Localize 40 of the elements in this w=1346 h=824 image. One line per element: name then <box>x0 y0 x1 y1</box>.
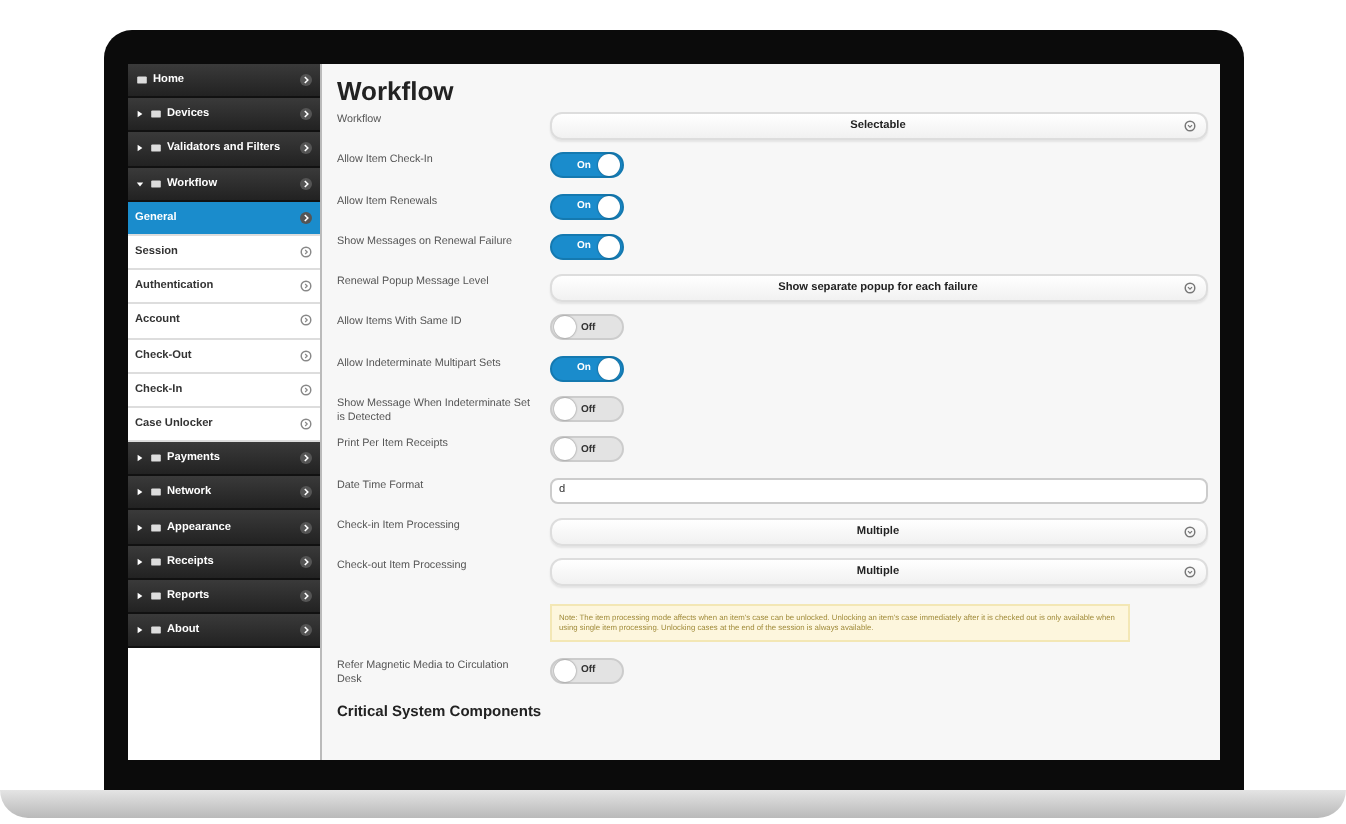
triangle-right-icon <box>135 486 143 499</box>
triangle-right-icon <box>135 108 143 121</box>
circle-arrow-icon <box>299 280 311 293</box>
circle-arrow-icon <box>299 417 311 430</box>
menu-glyph-icon <box>149 486 161 499</box>
dropdown-arrow-icon <box>1183 120 1195 132</box>
menu-glyph-icon <box>149 521 161 534</box>
chevron-right-icon <box>299 589 311 602</box>
chevron-right-icon <box>299 452 311 465</box>
chevron-right-icon <box>299 74 311 87</box>
dropdown-arrow-icon <box>1183 525 1195 538</box>
page-title: Workflow <box>337 76 456 106</box>
menu-glyph-icon <box>149 452 161 465</box>
chevron-right-icon <box>299 142 311 155</box>
circle-arrow-icon <box>299 383 311 396</box>
chevron-right-icon <box>299 211 311 224</box>
chevron-right-icon <box>299 108 311 121</box>
triangle-right-icon <box>135 589 143 602</box>
menu-glyph-icon <box>149 624 161 637</box>
circle-arrow-icon <box>299 349 311 362</box>
triangle-right-icon <box>135 452 143 465</box>
menu-glyph-icon <box>149 108 161 121</box>
menu-glyph-icon <box>149 555 161 568</box>
menu-glyph-icon <box>149 142 161 155</box>
triangle-right-icon <box>135 521 143 534</box>
chevron-right-icon <box>299 521 311 534</box>
circle-arrow-icon <box>299 314 311 327</box>
chevron-right-icon <box>299 177 311 190</box>
triangle-right-icon <box>135 142 143 155</box>
dropdown-arrow-icon <box>1183 566 1195 579</box>
triangle-right-icon <box>135 624 143 637</box>
chevron-right-icon <box>299 486 311 499</box>
chevron-right-icon <box>299 555 311 568</box>
chevron-right-icon <box>299 624 311 637</box>
circle-arrow-icon <box>299 246 311 259</box>
dropdown-arrow-icon <box>1183 282 1195 295</box>
menu-glyph-icon <box>135 74 147 87</box>
menu-glyph-icon <box>149 589 161 602</box>
menu-glyph-icon <box>149 177 161 190</box>
triangle-right-icon <box>135 555 143 568</box>
